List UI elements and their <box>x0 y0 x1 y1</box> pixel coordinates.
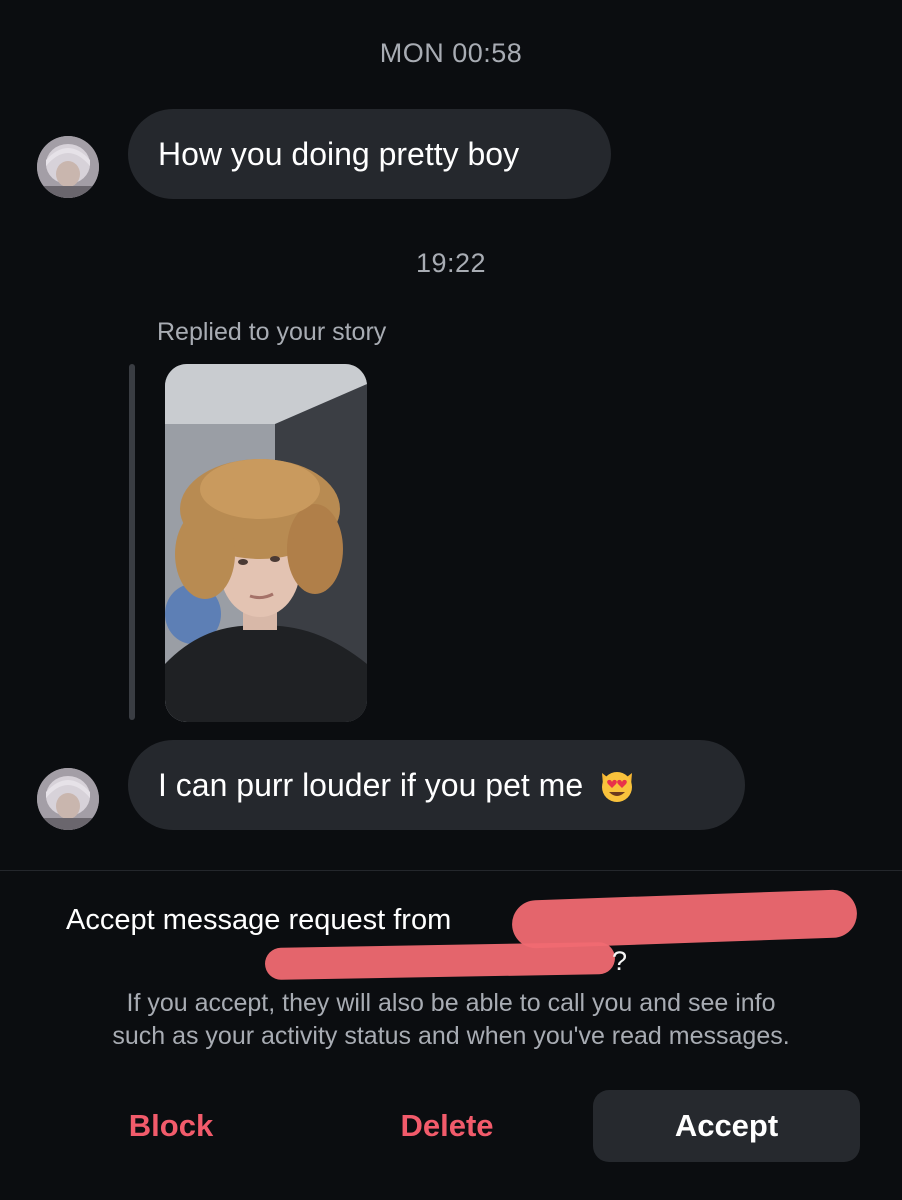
request-title: Accept message request from <box>66 904 452 936</box>
message-bubble[interactable]: I can purr louder if you pet me <box>128 740 745 830</box>
message-text: How you doing pretty boy <box>158 135 520 172</box>
accept-button[interactable]: Accept <box>593 1090 860 1162</box>
story-image <box>165 364 367 722</box>
avatar-image <box>37 768 99 830</box>
sender-avatar[interactable] <box>37 136 99 198</box>
request-title-suffix: ? <box>612 946 628 976</box>
story-thumbnail[interactable] <box>165 364 367 722</box>
delete-button[interactable]: Delete <box>318 1090 576 1162</box>
request-info-line: If you accept, they will also be able to… <box>126 989 776 1017</box>
sender-avatar[interactable] <box>37 768 99 830</box>
heart-eyes-cat-icon <box>597 765 637 805</box>
reply-indicator-bar <box>129 364 135 720</box>
timestamp: 19:22 <box>415 248 487 278</box>
avatar-image <box>37 136 99 198</box>
replied-to-story-label: Replied to your story <box>157 318 387 346</box>
timestamp: MON 00:58 <box>379 38 523 68</box>
divider <box>0 870 902 871</box>
message-request-screen: MON 00:58 How you doing pretty boy 19:22… <box>0 0 902 1200</box>
redaction-mark <box>264 941 616 981</box>
block-button[interactable]: Block <box>42 1090 300 1162</box>
message-bubble[interactable]: How you doing pretty boy <box>128 109 611 199</box>
redaction-mark <box>511 888 858 950</box>
message-text: I can purr louder if you pet me <box>158 766 584 803</box>
request-info-line: such as your activity status and when yo… <box>112 1022 790 1050</box>
